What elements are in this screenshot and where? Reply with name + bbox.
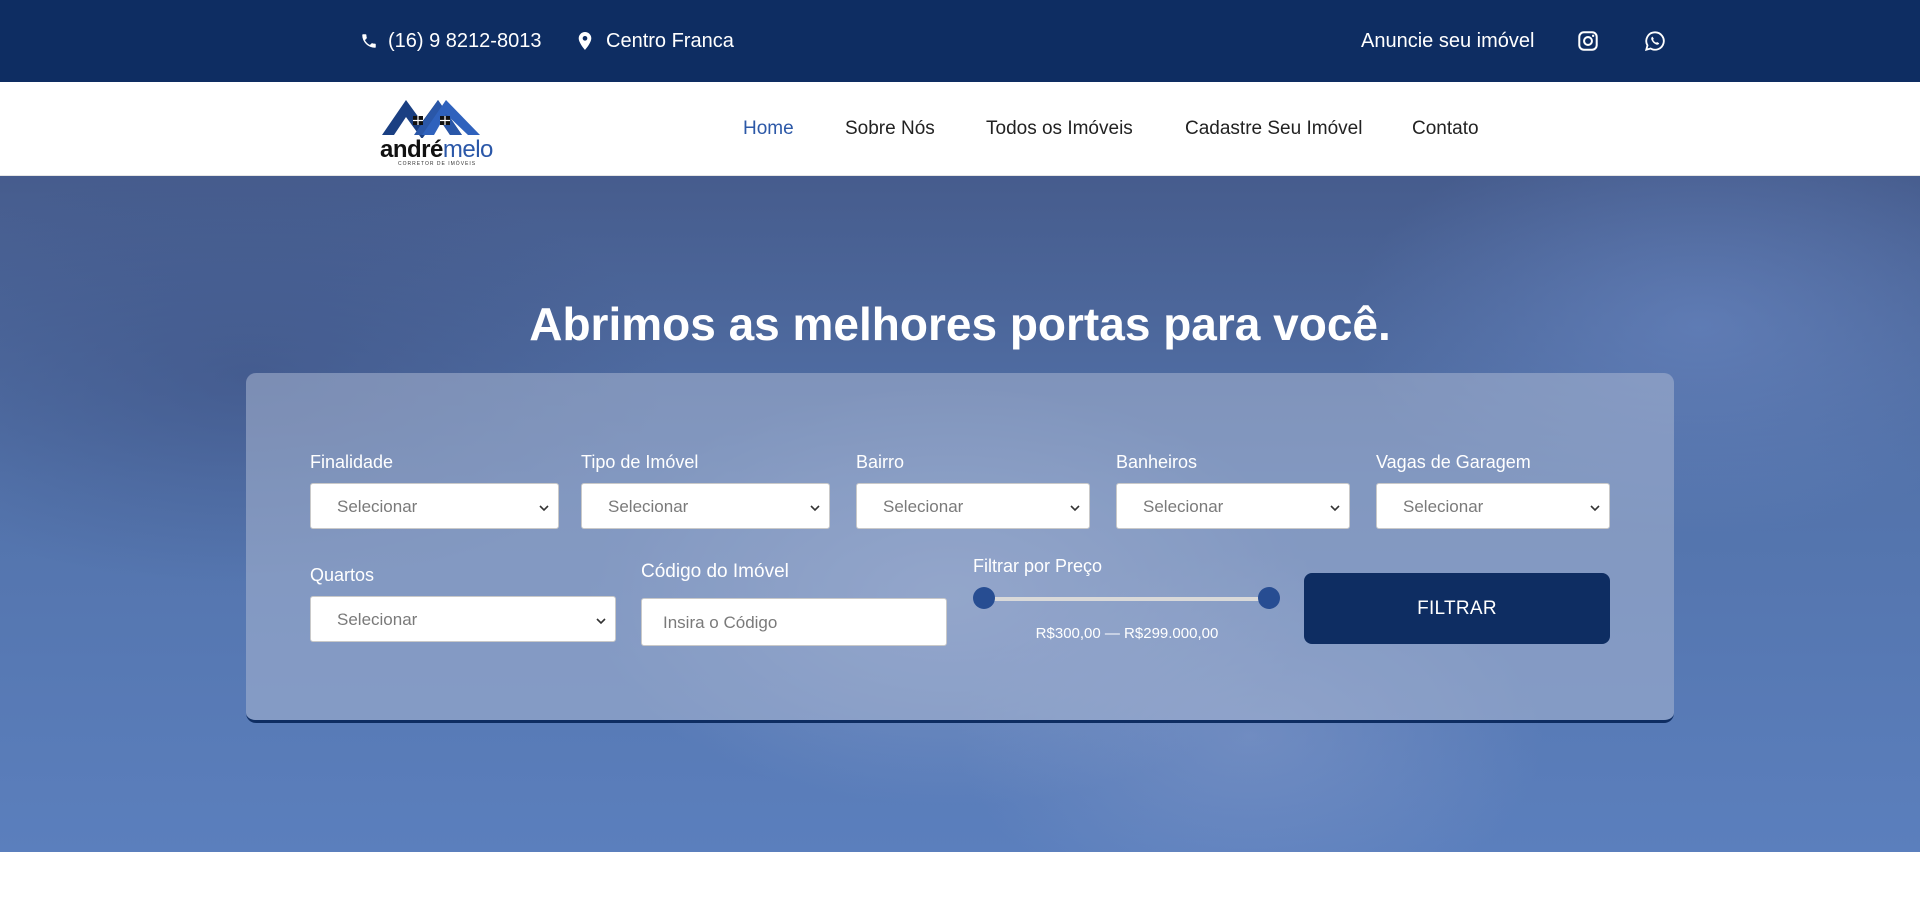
advertise-link[interactable]: Anuncie seu imóvel (1361, 0, 1534, 82)
logo-tagline: CORRETOR DE IMÓVEIS (398, 161, 477, 167)
chevron-down-icon (1589, 501, 1601, 519)
chevron-down-icon (1329, 501, 1341, 519)
bairro-label: Bairro (856, 452, 905, 472)
quartos-label: Quartos (310, 565, 375, 585)
finalidade-label: Finalidade (310, 452, 394, 472)
tipo-imovel-label: Tipo de Imóvel (581, 452, 699, 472)
finalidade-select[interactable]: Selecionar (310, 483, 559, 529)
price-filter-label: Filtrar por Preço (973, 556, 1103, 576)
chevron-down-icon (809, 501, 821, 519)
house-logo-icon (382, 100, 480, 139)
codigo-imovel-input[interactable]: Insira o Código (641, 598, 947, 646)
vagas-garagem-label: Vagas de Garagem (1376, 452, 1531, 472)
finalidade-value: Selecionar (337, 497, 418, 516)
logo-wordmark: andrémelo (380, 136, 493, 164)
price-slider-max-handle[interactable] (1258, 587, 1280, 609)
tipo-imovel-value: Selecionar (608, 497, 689, 516)
banheiros-select[interactable]: Selecionar (1116, 483, 1350, 529)
logo-word-andre: andré (380, 136, 443, 163)
nav-cadastre-imovel[interactable]: Cadastre Seu Imóvel (1185, 118, 1362, 140)
main-navbar: andrémelo CORRETOR DE IMÓVEIS Home Sobre… (0, 82, 1920, 176)
codigo-imovel-label: Código do Imóvel (641, 561, 789, 582)
logo-word-melo: melo (442, 136, 494, 163)
phone-icon (360, 32, 378, 50)
hero-banner: Abrimos as melhores portas para você. Fi… (0, 176, 1920, 852)
hero-title: Abrimos as melhores portas para você. (529, 298, 1391, 350)
chevron-down-icon (595, 614, 607, 632)
location-pin-icon (578, 32, 592, 50)
vagas-garagem-select[interactable]: Selecionar (1376, 483, 1610, 529)
nav-todos-imoveis[interactable]: Todos os Imóveis (986, 118, 1133, 140)
codigo-imovel-placeholder: Insira o Código (663, 613, 778, 632)
bairro-value: Selecionar (883, 497, 964, 516)
nav-contato[interactable]: Contato (1412, 118, 1479, 140)
phone-number[interactable]: (16) 9 8212-8013 (388, 30, 541, 53)
filter-button[interactable]: FILTRAR (1304, 573, 1610, 644)
nav-home[interactable]: Home (743, 118, 794, 140)
tipo-imovel-select[interactable]: Selecionar (581, 483, 830, 529)
vagas-garagem-value: Selecionar (1403, 497, 1484, 516)
top-bar: (16) 9 8212-8013 Centro Franca Anuncie s… (0, 0, 1920, 82)
contact-location: Centro Franca (578, 0, 734, 82)
quartos-value: Selecionar (337, 610, 418, 629)
contact-phone[interactable]: (16) 9 8212-8013 (360, 0, 541, 82)
price-slider-track[interactable] (983, 597, 1269, 601)
banheiros-value: Selecionar (1143, 497, 1224, 516)
location-text: Centro Franca (606, 29, 734, 52)
banheiros-label: Banheiros (1116, 452, 1198, 472)
site-logo[interactable]: andrémelo CORRETOR DE IMÓVEIS (378, 92, 493, 167)
chevron-down-icon (1069, 501, 1081, 519)
bairro-select[interactable]: Selecionar (856, 483, 1090, 529)
nav-sobre-nos[interactable]: Sobre Nós (845, 118, 935, 140)
search-panel: Finalidade Selecionar Tipo de Imóvel Sel… (246, 373, 1674, 723)
quartos-select[interactable]: Selecionar (310, 596, 616, 642)
whatsapp-icon[interactable] (1644, 0, 1666, 82)
instagram-icon[interactable] (1577, 0, 1599, 82)
chevron-down-icon (538, 501, 550, 519)
price-slider-min-handle[interactable] (973, 587, 995, 609)
price-range-text: R$300,00 — R$299.000,00 (1035, 625, 1219, 642)
